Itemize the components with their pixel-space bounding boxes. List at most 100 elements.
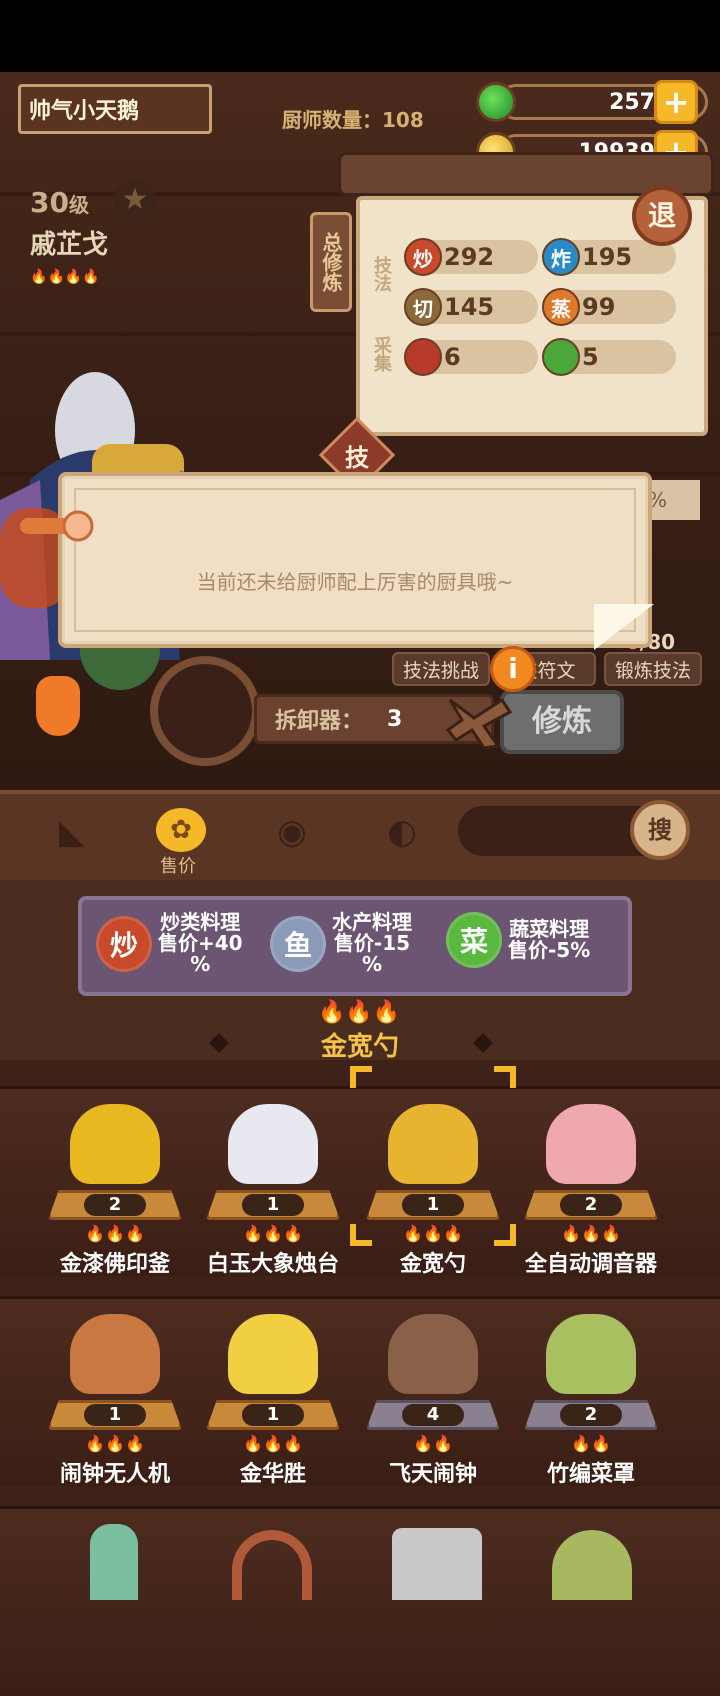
selected-item-name: 金宽勺 bbox=[320, 1032, 399, 1062]
technique-label: 技法 bbox=[371, 256, 392, 292]
meat-icon[interactable]: ◣ bbox=[48, 808, 96, 856]
skill-value: 145 bbox=[444, 293, 495, 321]
bonus-line1: 水产料理 bbox=[332, 910, 412, 934]
utensil-name: 全自动调音器 bbox=[524, 1252, 657, 1277]
gather-label: 采集 bbox=[371, 336, 392, 372]
jade-value: 257 bbox=[609, 89, 655, 115]
flame-icon: 🔥 bbox=[581, 1224, 601, 1243]
utensil-icon bbox=[388, 1104, 478, 1184]
bonus-line3: % bbox=[361, 952, 383, 976]
pan-icon[interactable]: ◉ bbox=[268, 808, 316, 856]
flame-icon: 🔥 bbox=[105, 1434, 125, 1453]
flame-icon: 🔥 bbox=[413, 1434, 433, 1453]
tip-dialog[interactable] bbox=[58, 472, 652, 648]
search-button[interactable]: 搜 bbox=[630, 800, 690, 860]
bonus-line2: 售价-15 bbox=[333, 931, 411, 955]
selected-item-flames: 🔥🔥🔥 bbox=[318, 1000, 400, 1025]
utensil-icon bbox=[546, 1314, 636, 1394]
sale-bonus-0: 炒炒类料理 售价+40% bbox=[96, 912, 243, 975]
forge-technique-button[interactable]: 锻炼技法 bbox=[604, 652, 702, 686]
skill-value: 5 bbox=[582, 343, 599, 371]
add-jade-button[interactable]: + bbox=[654, 80, 698, 124]
flame-icon: 🔥 bbox=[243, 1434, 264, 1453]
chef-count: 厨师数量：108 bbox=[282, 108, 424, 132]
utensil-icon bbox=[70, 1314, 160, 1394]
flame-icon: 🔥 bbox=[372, 1000, 401, 1025]
selection-corner bbox=[494, 1224, 516, 1246]
utensil-card[interactable]: 1 🔥🔥🔥 金华胜 bbox=[198, 1296, 348, 1487]
chef-level-unit: 级 bbox=[68, 193, 89, 217]
equipment-slot[interactable] bbox=[150, 656, 260, 766]
utensil-card[interactable]: 1 🔥🔥🔥 白玉大象烛台 bbox=[198, 1086, 348, 1277]
flame-icon: 🔥 bbox=[85, 1434, 106, 1453]
skill-icon bbox=[542, 338, 580, 376]
utensil-row3-item1-icon[interactable] bbox=[90, 1524, 138, 1600]
utensil-name: 飞天闹钟 bbox=[388, 1462, 477, 1487]
status-bar bbox=[0, 0, 720, 72]
bonus-line1: 炒类料理 bbox=[160, 910, 241, 934]
utensil-icon bbox=[388, 1314, 478, 1394]
bonus-category-icon: 炒 bbox=[96, 915, 152, 972]
utensil-flames: 🔥🔥🔥 bbox=[40, 1434, 190, 1453]
price-sort-icon[interactable]: ✿ bbox=[156, 808, 206, 852]
fire-icon[interactable]: ◐ bbox=[378, 808, 426, 856]
utensil-row3-item4-icon[interactable] bbox=[552, 1530, 632, 1600]
star-icon: ★ bbox=[114, 180, 156, 222]
chef-level-number: 30 bbox=[30, 186, 69, 219]
technique-challenge-button[interactable]: 技法挑战 bbox=[392, 652, 490, 686]
skill-icon: 切 bbox=[404, 288, 442, 326]
flame-icon: 🔥 bbox=[561, 1224, 582, 1243]
technique-badge[interactable]: 技 bbox=[330, 438, 384, 473]
utensil-count: 4 bbox=[402, 1404, 464, 1426]
bonus-line2: 售价+40 bbox=[158, 931, 243, 955]
sale-bonus-2: 菜蔬菜料理 售价-5% bbox=[446, 912, 590, 968]
utensil-flames: 🔥🔥🔥 bbox=[358, 1224, 508, 1243]
utensil-card[interactable]: 2 🔥🔥🔥 全自动调音器 bbox=[516, 1086, 666, 1277]
selection-corner bbox=[350, 1224, 372, 1246]
bonus-category-icon: 菜 bbox=[446, 912, 502, 968]
flame-icon: 🔥 bbox=[105, 1224, 125, 1243]
selection-corner bbox=[350, 1066, 372, 1088]
total-training-tag[interactable]: 总修炼 bbox=[310, 212, 352, 312]
skill-value: 292 bbox=[444, 243, 495, 271]
skill-stat-5: 5 bbox=[542, 338, 676, 376]
flame-icon: 🔥 bbox=[442, 1224, 463, 1243]
utensil-card[interactable]: 1 🔥🔥🔥 闹钟无人机 bbox=[40, 1296, 190, 1487]
utensil-flames: 🔥🔥 bbox=[358, 1434, 508, 1453]
flame-icon: 🔥 bbox=[591, 1434, 611, 1453]
skill-stat-4: 6 bbox=[404, 338, 538, 376]
flame-icon: 🔥 bbox=[282, 1224, 303, 1243]
chef-level: 30级 bbox=[30, 186, 89, 219]
utensil-card[interactable]: 2 🔥🔥 竹编菜罩 bbox=[516, 1296, 666, 1487]
info-icon[interactable]: i bbox=[490, 646, 536, 692]
utensil-count: 2 bbox=[84, 1194, 146, 1216]
flame-icon: 🔥 bbox=[263, 1224, 283, 1243]
utensil-name: 白玉大象烛台 bbox=[206, 1252, 339, 1277]
flame-icon: 🔥 bbox=[403, 1224, 424, 1243]
utensil-name: 竹编菜罩 bbox=[546, 1462, 635, 1487]
utensil-flames: 🔥🔥🔥 bbox=[198, 1434, 348, 1453]
flame-icon: 🔥 bbox=[82, 269, 100, 285]
dismantler-label: 拆卸器： bbox=[275, 709, 364, 734]
price-sort-label: 售价 bbox=[160, 856, 196, 877]
utensil-count: 1 bbox=[84, 1404, 146, 1426]
selection-corner bbox=[494, 1066, 516, 1088]
utensil-row3-item2-icon[interactable] bbox=[232, 1530, 312, 1600]
utensil-name: 金华胜 bbox=[239, 1462, 306, 1487]
utensil-icon bbox=[228, 1314, 318, 1394]
flame-icon: 🔥 bbox=[30, 269, 48, 285]
utensil-icon bbox=[70, 1104, 160, 1184]
skill-value: 195 bbox=[582, 243, 633, 271]
utensil-card[interactable]: 1 🔥🔥🔥 金宽勺 bbox=[350, 1066, 516, 1277]
sale-bonus-1: 鱼水产料理 售价-15% bbox=[270, 912, 412, 975]
utensil-flames: 🔥🔥 bbox=[516, 1434, 666, 1453]
utensil-card[interactable]: 2 🔥🔥🔥 金漆佛印釜 bbox=[40, 1086, 190, 1277]
utensil-row3-item3-icon[interactable] bbox=[392, 1528, 482, 1600]
refine-button[interactable]: 修炼 bbox=[500, 690, 624, 754]
skill-stat-2: 切 145 bbox=[404, 288, 538, 326]
utensil-card[interactable]: 4 🔥🔥 飞天闹钟 bbox=[358, 1296, 508, 1487]
utensil-count: 1 bbox=[402, 1194, 464, 1216]
player-name[interactable]: 帅气小天鹅 bbox=[18, 84, 212, 134]
back-button[interactable]: 退 bbox=[632, 186, 692, 246]
utensil-name: 闹钟无人机 bbox=[59, 1462, 170, 1487]
